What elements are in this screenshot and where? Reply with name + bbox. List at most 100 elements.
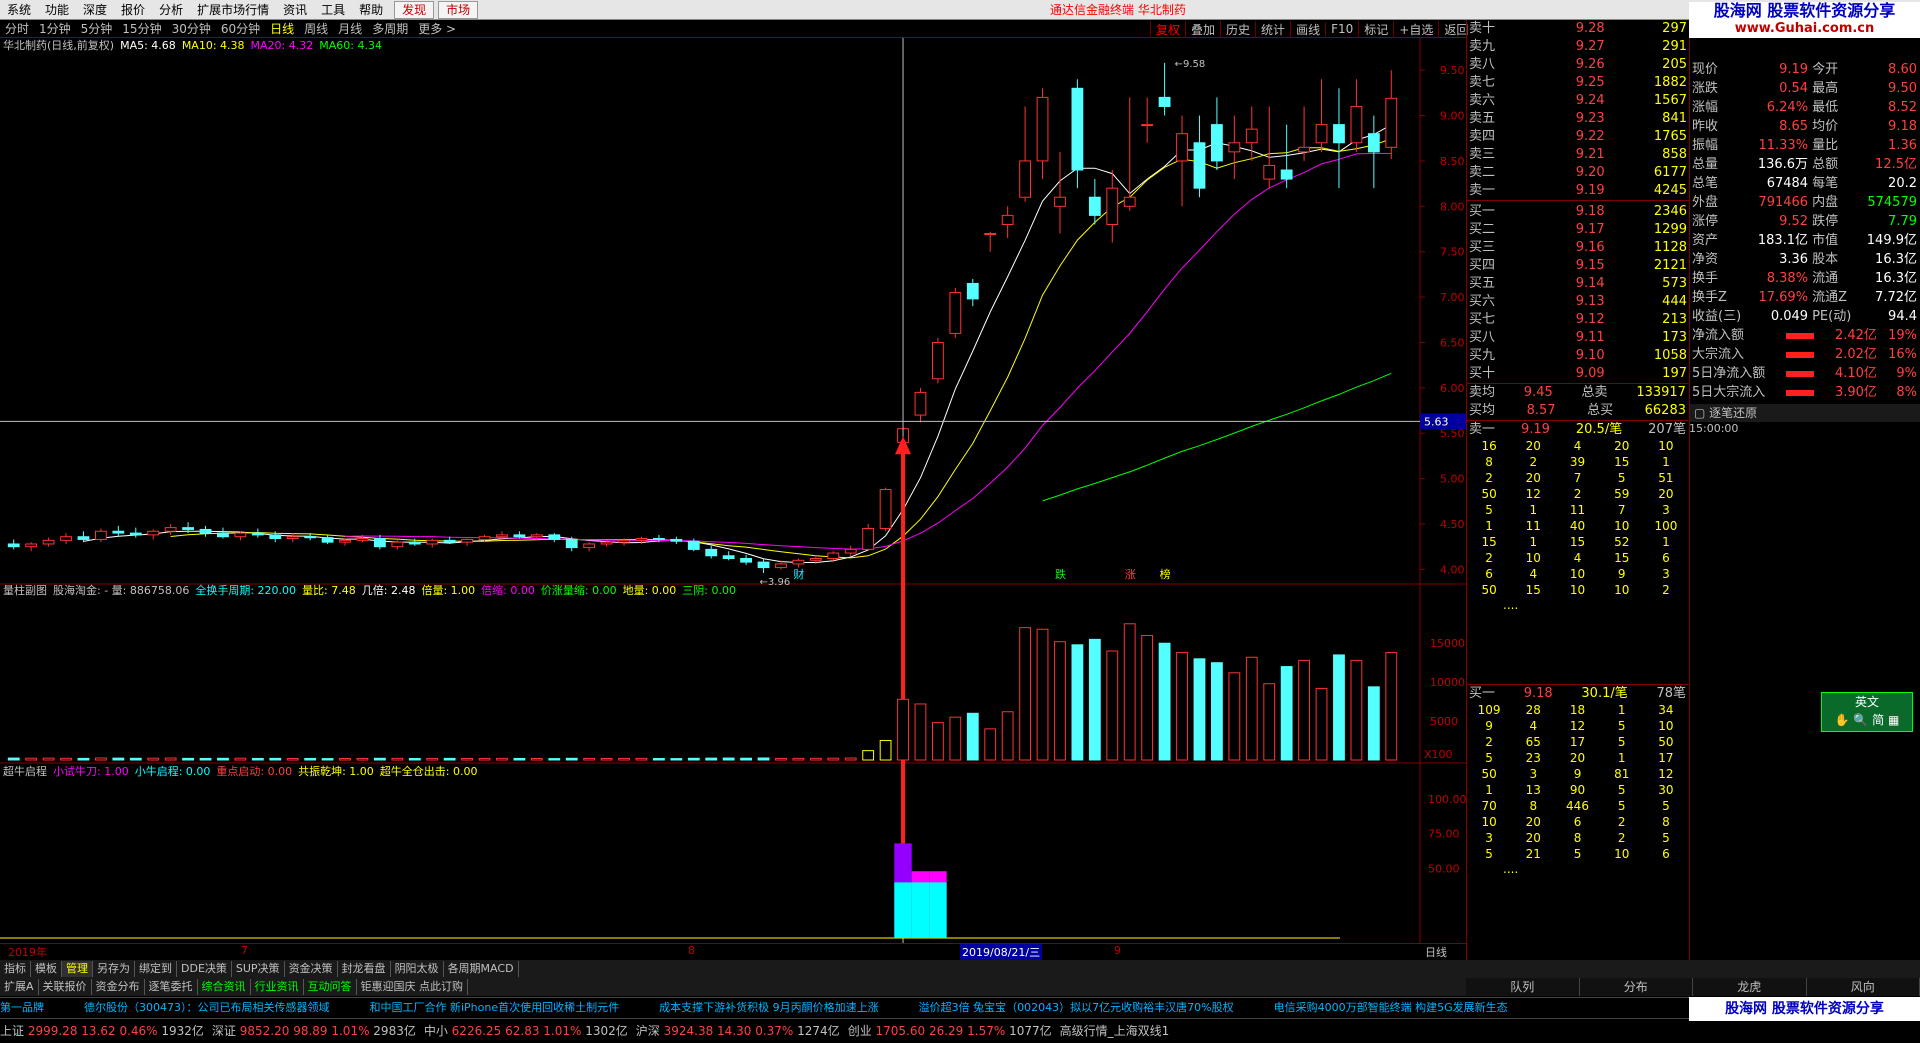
indicator-tab-2[interactable]: 管理: [62, 961, 93, 977]
stat-value: 3.36: [1749, 250, 1810, 269]
order-cell: 197: [1607, 365, 1689, 383]
extension-tab-2[interactable]: 资金分布: [92, 979, 145, 995]
chart-button-1[interactable]: 叠加: [1185, 21, 1220, 38]
extension-tab-0[interactable]: 扩展A: [0, 979, 39, 995]
volume-bar: [148, 758, 159, 760]
kline-chart[interactable]: 9.509.008.508.007.507.006.506.005.505.00…: [0, 38, 1466, 943]
period-tab-9[interactable]: 多周期: [367, 20, 413, 38]
extension-tab-1[interactable]: 关联报价: [39, 979, 92, 995]
indicator-tab-3[interactable]: 另存为: [93, 961, 135, 977]
volume-bar: [183, 758, 194, 760]
period-tab-4[interactable]: 30分钟: [167, 20, 216, 38]
index-3[interactable]: 沪深 3924.38 14.30 0.37% 1274亿: [636, 1019, 840, 1042]
extension-tab-3[interactable]: 逐笔委托: [145, 979, 198, 995]
index-4[interactable]: 创业 1705.60 26.29 1.57% 1077亿: [848, 1019, 1052, 1042]
index-2[interactable]: 中小 6226.25 62.83 1.01% 1302亿: [424, 1019, 628, 1042]
news-item-3[interactable]: 成本支撑下游补货积极 9月丙酮价格加速上涨: [659, 998, 879, 1017]
period-tab-3[interactable]: 15分钟: [117, 20, 166, 38]
period-tab-2[interactable]: 5分钟: [76, 20, 118, 38]
candle-body: [514, 535, 525, 537]
news-item-0[interactable]: 第一品牌: [0, 998, 44, 1017]
order-row: 卖八9.26205: [1467, 56, 1689, 74]
index-0[interactable]: 上证 2999.28 13.62 0.46% 1932亿: [0, 1019, 204, 1042]
indicator-tab-1[interactable]: 模板: [31, 961, 62, 977]
index-1[interactable]: 深证 9852.20 98.89 1.01% 2983亿: [212, 1019, 416, 1042]
chart-area[interactable]: 9.509.008.508.007.507.006.506.005.505.00…: [0, 38, 1466, 946]
chart-button-5[interactable]: F10: [1325, 22, 1358, 36]
menu-item-0[interactable]: 系统: [0, 0, 38, 20]
indicator-tab-6[interactable]: SUP决策: [232, 961, 285, 977]
queue-cell: 15: [1467, 534, 1511, 550]
menu-item-3[interactable]: 报价: [114, 0, 152, 20]
period-tab-1[interactable]: 1分钟: [34, 20, 76, 38]
stat-label: 换手: [1690, 269, 1749, 288]
period-tab-0[interactable]: 分时: [0, 20, 34, 38]
stat-value: 9.52: [1749, 212, 1810, 231]
volume-stat-0: 全换手周期: 220.00: [195, 584, 296, 598]
order-cell: 买二: [1467, 221, 1534, 239]
tick-list[interactable]: 15:00:00: [1689, 422, 1920, 960]
extension-tab-7[interactable]: 钜惠迎国庆 点此订购: [357, 979, 469, 995]
menu-item-5[interactable]: 扩展市场行情: [190, 0, 276, 20]
order-cell: 9.20: [1534, 164, 1607, 182]
chart-button-7[interactable]: +自选: [1393, 21, 1438, 38]
news-item-1[interactable]: 德尔股份（300473）：公司已布局相关传感器领域: [84, 998, 330, 1017]
order-row: 卖六9.241567: [1467, 92, 1689, 110]
indicator-tab-9[interactable]: 阴阳太极: [391, 961, 444, 977]
menu-item-8[interactable]: 帮助: [352, 0, 390, 20]
chart-button-6[interactable]: 标记: [1358, 21, 1393, 38]
stat-value: 6.24%: [1749, 98, 1810, 117]
period-tab-5[interactable]: 60分钟: [216, 20, 265, 38]
news-item-2[interactable]: 和中国工厂合作 新iPhone首次使用回收稀土制元件: [370, 998, 620, 1017]
indicator-tab-8[interactable]: 封龙看盘: [338, 961, 391, 977]
menu-item-1[interactable]: 功能: [38, 0, 76, 20]
chart-button-2[interactable]: 历史: [1220, 21, 1255, 38]
tick-panel-title[interactable]: ▢ 逐笔还原: [1690, 404, 1920, 422]
order-cell: 9.19: [1534, 182, 1607, 201]
period-tab-6[interactable]: 日线: [265, 20, 299, 38]
indicator2-stat-3: 共振乾坤: 1.00: [298, 765, 374, 779]
side-tab-3[interactable]: 风向: [1807, 978, 1920, 996]
ime-popup[interactable]: 英文 ✋ 🔍 简 ▦: [1821, 692, 1913, 732]
indicator-tab-10[interactable]: 各周期MACD: [444, 961, 519, 977]
tick-time: 15:00:00: [1689, 422, 1749, 436]
menu-item-6[interactable]: 资讯: [276, 0, 314, 20]
period-tab-8[interactable]: 月线: [333, 20, 367, 38]
menu-item-2[interactable]: 深度: [76, 0, 114, 20]
collapse-icon[interactable]: ▢: [1694, 406, 1709, 420]
news-item-5[interactable]: 电信采购4000万部智能终端 构建5G发展新生态: [1274, 998, 1508, 1017]
indicator-tab-5[interactable]: DDE决策: [177, 961, 232, 977]
high-label: ←9.58: [1175, 59, 1206, 70]
news-item-4[interactable]: 溢价超3倍 兔宝宝（002043）拟以7亿元收购裕丰汉唐70%股权: [919, 998, 1234, 1017]
queue-cell: 28: [1511, 702, 1555, 718]
extension-tab-5[interactable]: 行业资讯: [251, 979, 304, 995]
chart-button-0[interactable]: 复权: [1150, 21, 1185, 38]
market-button[interactable]: 市场: [438, 1, 478, 19]
discover-button[interactable]: 发现: [394, 1, 434, 19]
queue-cell: 1: [1644, 454, 1688, 470]
side-tab-1[interactable]: 分布: [1580, 978, 1694, 996]
period-tab-10[interactable]: 更多 >: [413, 20, 461, 38]
indicator-tab-4[interactable]: 绑定到: [135, 961, 177, 977]
volume-bar: [688, 758, 699, 760]
indicator-tab-0[interactable]: 指标: [0, 961, 31, 977]
indicator-tab-7[interactable]: 资金决策: [285, 961, 338, 977]
menu-item-7[interactable]: 工具: [314, 0, 352, 20]
order-cell: 9.21: [1534, 146, 1607, 164]
chart-button-4[interactable]: 画线: [1290, 21, 1325, 38]
volume-bar: [8, 758, 19, 760]
news-ticker[interactable]: 第一品牌 德尔股份（300473）：公司已布局相关传感器领域 和中国工厂合作 新iP…: [0, 997, 1920, 1017]
period-tab-7[interactable]: 周线: [299, 20, 333, 38]
side-tab-0[interactable]: 队列: [1466, 978, 1580, 996]
chart-button-3[interactable]: 统计: [1255, 21, 1290, 38]
index-amount: 1274亿: [797, 1024, 840, 1038]
extension-tab-6[interactable]: 互动问答: [304, 979, 357, 995]
candle-body: [549, 535, 560, 540]
candle-body: [375, 539, 386, 547]
menu-item-4[interactable]: 分析: [152, 0, 190, 20]
queue-cell: 50: [1644, 734, 1688, 750]
queue-cell: 20: [1555, 750, 1599, 766]
extension-tab-4[interactable]: 综合资讯: [198, 979, 251, 995]
side-tab-2[interactable]: 龙虎: [1693, 978, 1807, 996]
order-cell: 9.18: [1534, 203, 1607, 221]
